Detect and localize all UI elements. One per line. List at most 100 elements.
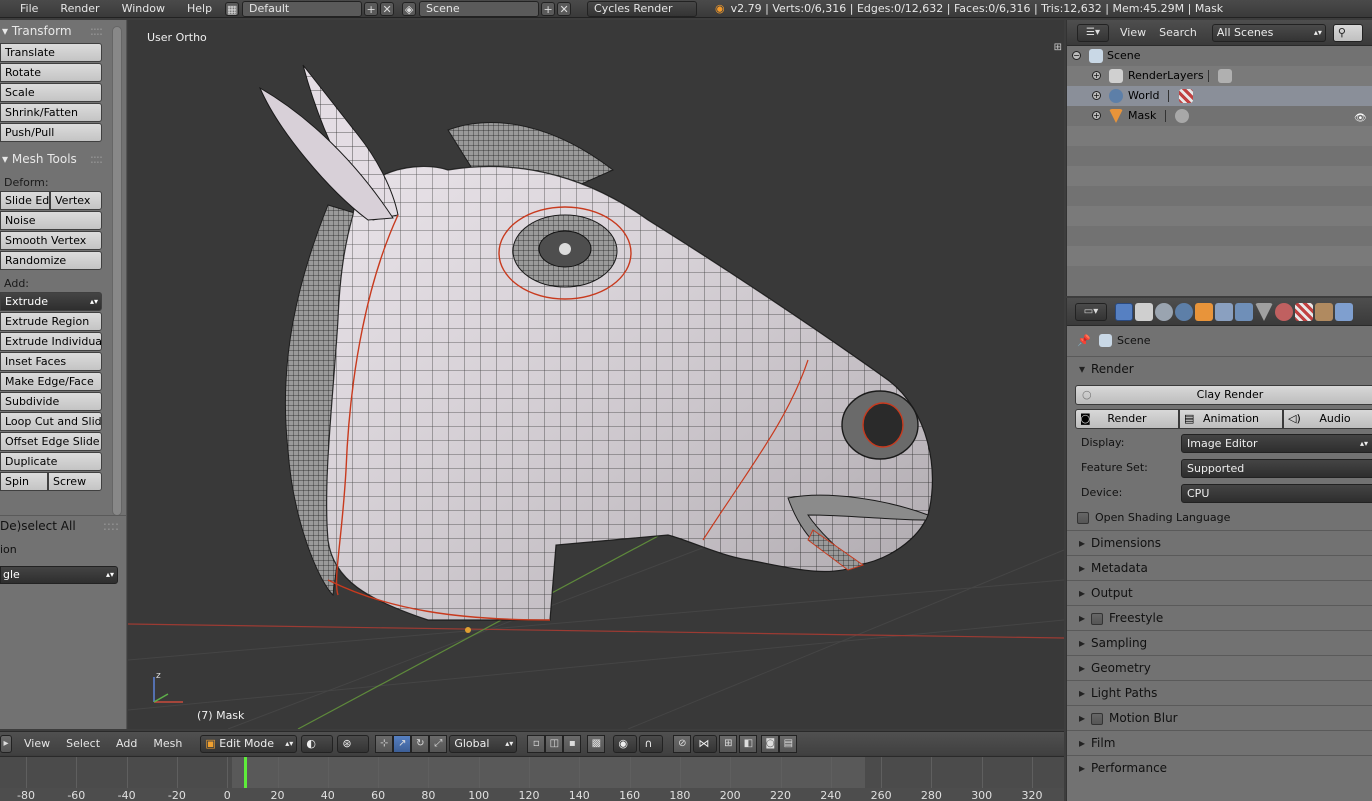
opengl-animation-icon[interactable]: ▤	[779, 734, 798, 753]
render-preset-field[interactable]: ○ Clay Render	[1075, 385, 1372, 405]
subdivide-button[interactable]: Subdivide	[0, 392, 102, 411]
limit-selection-icon[interactable]: ▩	[587, 734, 606, 753]
device-select[interactable]: CPU	[1181, 484, 1372, 503]
render-panel-header[interactable]: ▾ Render	[1067, 357, 1372, 381]
drag-handle-icon[interactable]: ::::	[103, 516, 119, 536]
panel-geometry[interactable]: ▸ Geometry	[1067, 655, 1372, 680]
spin-button[interactable]: Spin	[0, 472, 48, 491]
panel-sampling[interactable]: ▸ Sampling	[1067, 630, 1372, 655]
inset-faces-button[interactable]: Inset Faces	[0, 352, 102, 371]
edge-select-icon[interactable]: ◫	[545, 734, 564, 753]
panel-header[interactable]: ▸ Dimensions	[1067, 531, 1372, 555]
panel-output[interactable]: ▸ Output	[1067, 580, 1372, 605]
properties-editor-type-icon[interactable]: ▭▾	[1075, 303, 1107, 321]
modifiers-tab-icon[interactable]	[1235, 303, 1253, 321]
rotate-button[interactable]: Rotate	[0, 63, 102, 82]
tool-shelf-scrollbar[interactable]	[112, 26, 122, 516]
panel-header[interactable]: ▸ Geometry	[1067, 656, 1372, 680]
proportional-edit-select[interactable]: ◉	[613, 734, 638, 753]
shrink-fatten-button[interactable]: Shrink/Fatten	[0, 103, 102, 122]
menu-mesh[interactable]: Mesh	[145, 737, 190, 750]
render-preview-icon[interactable]: ◧	[739, 734, 758, 753]
panel-header[interactable]: ▸ Light Paths	[1067, 681, 1372, 705]
mode-select[interactable]: ▣ Edit Mode ▴▾	[200, 734, 298, 753]
transform-panel-header[interactable]: ▾ Transform::::	[0, 20, 126, 42]
timeline[interactable]: -80 -60 -40 -20 0 20 40 60 80 100 120 140 160 180 200 2…	[0, 756, 1064, 801]
panel-enable-checkbox[interactable]	[1091, 612, 1103, 625]
menu-view[interactable]: View	[16, 737, 58, 750]
translate-manipulator-icon[interactable]: ↗	[393, 734, 412, 753]
current-frame-marker[interactable]	[243, 757, 247, 788]
feature-set-select[interactable]: Supported	[1181, 459, 1372, 478]
constraints-tab-icon[interactable]	[1215, 303, 1233, 321]
remove-layout-icon[interactable]: ✕	[380, 1, 395, 16]
randomize-button[interactable]: Randomize	[0, 251, 102, 270]
slide-vertex-button[interactable]: Vertex	[50, 191, 102, 210]
pivot-select[interactable]: ⊛	[337, 734, 370, 753]
panel-header[interactable]: ▸ Performance	[1067, 756, 1372, 780]
display-mode-select[interactable]: All Scenes ▴▾	[1211, 23, 1326, 42]
remove-scene-icon[interactable]: ✕	[557, 1, 572, 16]
extrude-dropdown[interactable]: Extrude ▴▾	[0, 292, 102, 311]
panel-header[interactable]: ▸ Film	[1067, 731, 1372, 755]
3d-viewport[interactable]: z User Ortho (7) Mask ⊞	[128, 20, 1064, 729]
screw-button[interactable]: Screw	[48, 472, 102, 491]
outliner-menu-search[interactable]: Search	[1157, 26, 1208, 39]
menu-add[interactable]: Add	[108, 737, 145, 750]
viewport-shading-select[interactable]: ◐	[301, 734, 334, 753]
display-select[interactable]: Image Editor ▴▾	[1181, 434, 1372, 453]
panel-freestyle[interactable]: ▸ Freestyle	[1067, 605, 1372, 630]
particles-tab-icon[interactable]	[1315, 303, 1333, 321]
render-button[interactable]: ◙ Render	[1075, 409, 1179, 429]
opengl-render-icon[interactable]: ◙	[761, 734, 780, 753]
vertex-select-icon[interactable]: ▫	[527, 734, 546, 753]
scale-button[interactable]: Scale	[0, 83, 102, 102]
outliner-menu-view[interactable]: View	[1109, 26, 1157, 39]
panel-motion-blur[interactable]: ▸ Motion Blur	[1067, 705, 1372, 730]
translate-button[interactable]: Translate	[0, 43, 102, 62]
scale-manipulator-icon[interactable]: ⤢	[429, 734, 448, 753]
add-layout-icon[interactable]: +	[364, 1, 379, 16]
collapse-icon[interactable]: −	[1072, 51, 1081, 60]
panel-metadata[interactable]: ▸ Metadata	[1067, 555, 1372, 580]
face-select-icon[interactable]: ▪	[563, 734, 582, 753]
panel-header[interactable]: ▸ Output	[1067, 581, 1372, 605]
menu-help[interactable]: Help	[176, 0, 223, 18]
panel-enable-checkbox[interactable]	[1091, 712, 1103, 725]
panel-header[interactable]: ▸ Metadata	[1067, 556, 1372, 580]
menu-file[interactable]: File	[0, 0, 49, 18]
menu-select[interactable]: Select	[58, 737, 108, 750]
outliner-row-mask[interactable]: + Mask 👁	[1067, 106, 1372, 126]
operator-panel-header[interactable]: De)select All::::	[0, 516, 126, 536]
pin-icon[interactable]: 📌	[1077, 326, 1091, 356]
snap-toggle-icon[interactable]: ⊘	[673, 734, 692, 753]
physics-tab-icon[interactable]	[1335, 303, 1353, 321]
offset-edge-slide-button[interactable]: Offset Edge Slide	[0, 432, 102, 451]
editor-type-icon[interactable]: ▸	[0, 734, 12, 753]
duplicate-button[interactable]: Duplicate	[0, 452, 102, 471]
orientation-select[interactable]: Global ▴▾	[449, 734, 518, 753]
menu-render[interactable]: Render	[49, 0, 110, 18]
scene-field[interactable]: Scene	[419, 0, 540, 17]
snap-target-icon[interactable]: ⊞	[719, 734, 738, 753]
screen-layout-field[interactable]: Default	[242, 0, 363, 17]
loop-cut-button[interactable]: Loop Cut and Slide	[0, 412, 102, 431]
texture-tab-icon[interactable]	[1295, 303, 1313, 321]
noise-button[interactable]: Noise	[0, 211, 102, 230]
object-tab-icon[interactable]	[1195, 303, 1213, 321]
panel-light-paths[interactable]: ▸ Light Paths	[1067, 680, 1372, 705]
screen-layout-icon[interactable]: ▦	[225, 1, 240, 16]
expand-icon[interactable]: +	[1092, 111, 1101, 120]
slide-edge-button[interactable]: Slide Ed	[0, 191, 50, 210]
falloff-select[interactable]: ∩	[639, 734, 664, 753]
render-tab-icon[interactable]	[1115, 303, 1133, 321]
data-tab-icon[interactable]	[1255, 303, 1273, 321]
panel-film[interactable]: ▸ Film	[1067, 730, 1372, 755]
outliner-row-scene[interactable]: − Scene	[1067, 46, 1372, 66]
push-pull-button[interactable]: Push/Pull	[0, 123, 102, 142]
panel-header[interactable]: ▸ Motion Blur	[1067, 706, 1372, 730]
mesh-tools-panel-header[interactable]: ▾ Mesh Tools::::	[0, 148, 126, 170]
render-engine-select[interactable]: Cycles Render	[587, 0, 698, 17]
expand-icon[interactable]: +	[1092, 91, 1101, 100]
animation-button[interactable]: ▤ Animation	[1179, 409, 1283, 429]
